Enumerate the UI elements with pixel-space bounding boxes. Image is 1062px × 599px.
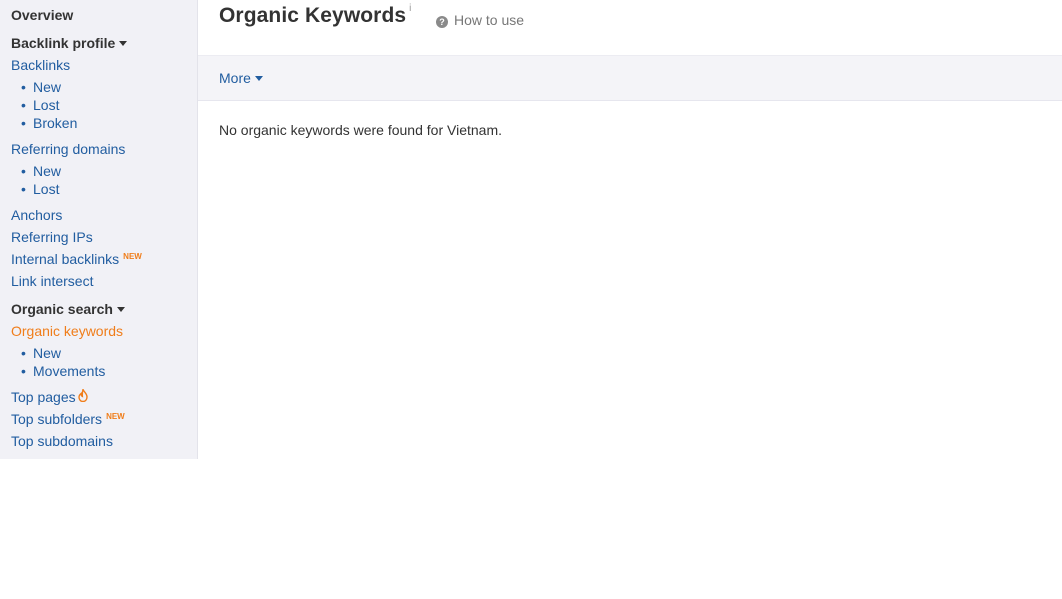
more-dropdown-button[interactable]: More [219,70,263,86]
sidebar-subitem-refdomains-lost[interactable]: • Lost [21,180,59,198]
sidebar-item-label: Internal backlinks [11,251,120,267]
sidebar-subitem-backlinks-new[interactable]: • New [21,78,61,96]
caret-down-icon [116,306,125,312]
sidebar-item-label: Overview [11,7,74,23]
sidebar-item-label: Lost [33,97,60,113]
sidebar-subitem-backlinks-broken[interactable]: • Broken [21,114,77,132]
how-to-use-label: How to use [454,12,525,28]
sidebar-item-link-intersect[interactable]: Link intersect [11,272,93,290]
sidebar-item-referring-domains[interactable]: Referring domains [11,140,125,158]
sidebar-item-label: Movements [33,363,106,379]
sidebar-item-label: New [33,163,62,179]
section-label: Organic search [11,301,113,317]
sidebar-item-label: Top pages [11,389,76,405]
help-icon: ? [436,16,448,28]
sidebar-item-label: Referring domains [11,141,126,157]
page-title: Organic Keywords [219,4,407,27]
info-icon[interactable]: i [409,3,411,14]
new-badge: NEW [106,412,125,421]
empty-state-message: No organic keywords were found for Vietn… [219,122,502,138]
more-label: More [219,70,251,86]
title-row: Organic Keywords i [219,3,411,34]
sidebar-item-label: Organic keywords [11,323,124,339]
bullet-icon: • [21,181,26,197]
sidebar-item-top-subdomains[interactable]: Top subdomains [11,432,113,450]
sidebar-item-referring-ips[interactable]: Referring IPs [11,228,93,246]
sidebar-item-backlinks[interactable]: Backlinks [11,56,70,74]
sidebar-item-label: Link intersect [11,273,94,289]
sidebar-subitem-backlinks-lost[interactable]: • Lost [21,96,59,114]
sidebar-item-overview[interactable]: Overview [11,6,73,24]
bullet-icon: • [21,79,26,95]
bullet-icon: • [21,163,26,179]
sidebar-section-organic-search[interactable]: Organic search [11,300,125,318]
sidebar-section-backlink-profile[interactable]: Backlink profile [11,34,128,52]
caret-down-icon [119,40,128,46]
flame-icon [77,387,88,406]
sidebar-item-label: Anchors [11,207,63,223]
sidebar-subitem-organic-new[interactable]: • New [21,344,61,362]
section-label: Backlink profile [11,35,116,51]
bullet-icon: • [21,345,26,361]
main-content: Organic Keywords i ? How to use More No or… [198,0,1062,599]
sidebar-item-top-subfolders[interactable]: Top subfolders NEW [11,410,125,428]
toolbar: More [198,55,1062,101]
sidebar-item-label: Top subfolders [11,411,103,427]
sidebar: Overview Backlink profile Backlinks • New… [0,0,198,459]
sidebar-item-label: Top subdomains [11,433,113,449]
sidebar-subitem-refdomains-new[interactable]: • New [21,162,61,180]
new-badge: NEW [123,252,142,261]
sidebar-subitem-organic-movements[interactable]: • Movements [21,362,105,380]
sidebar-item-label: Referring IPs [11,229,93,245]
bullet-icon: • [21,97,26,113]
sidebar-item-anchors[interactable]: Anchors [11,206,62,224]
sidebar-item-top-pages[interactable]: Top pages [11,387,88,406]
how-to-use-link[interactable]: ? How to use [436,12,524,28]
sidebar-item-organic-keywords[interactable]: Organic keywords [11,322,123,340]
bullet-icon: • [21,115,26,131]
sidebar-item-internal-backlinks[interactable]: Internal backlinks NEW [11,250,142,268]
sidebar-item-label: New [33,79,62,95]
sidebar-item-label: Lost [33,181,60,197]
caret-down-icon [254,75,263,81]
sidebar-item-label: Broken [33,115,78,131]
sidebar-item-label: Backlinks [11,57,71,73]
sidebar-item-label: New [33,345,62,361]
bullet-icon: • [21,363,26,379]
